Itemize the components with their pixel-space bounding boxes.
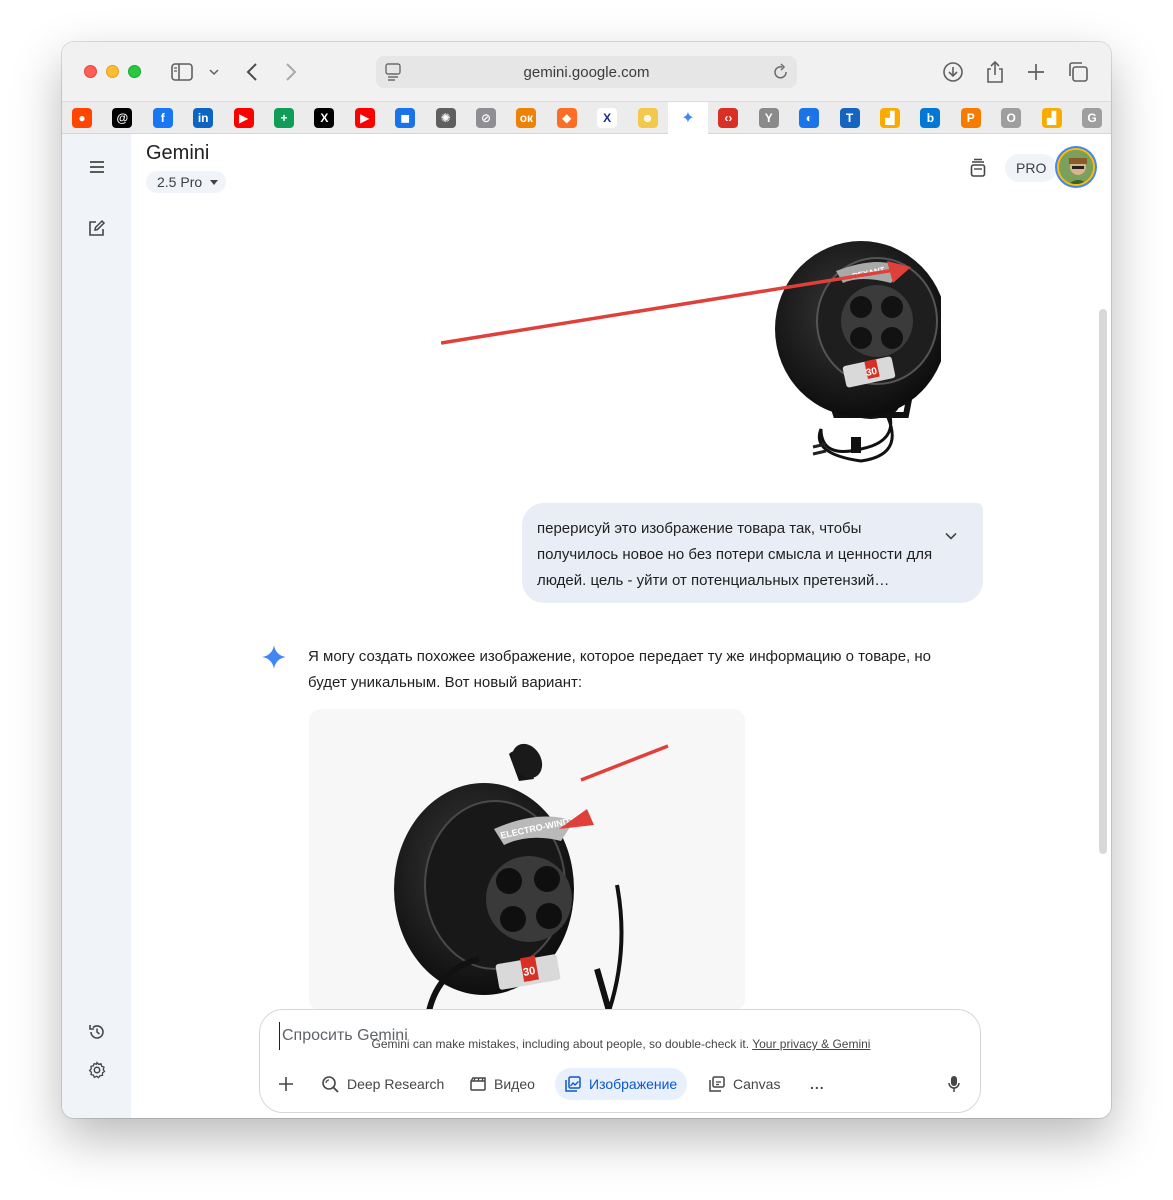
sheets-favicon[interactable]: + (274, 108, 294, 128)
more-tools-button[interactable]: ... (810, 1068, 825, 1100)
video-button[interactable]: Видео (470, 1068, 535, 1100)
tab-overview-icon[interactable] (1066, 60, 1090, 84)
analytics-favicon[interactable]: ▟ (880, 108, 900, 128)
youtube-favicon[interactable]: ▶ (233, 108, 254, 128)
disclaimer-text: Gemini can make mistakes, including abou… (371, 1037, 750, 1051)
generated-image[interactable]: ELECTRO-WIND 30 (309, 709, 745, 1011)
browser-toolbar: gemini.google.com (62, 42, 1111, 102)
user-avatar[interactable] (1057, 148, 1095, 186)
threads-favicon[interactable]: @ (112, 108, 133, 128)
y-favicon[interactable]: Y (758, 108, 779, 128)
x-blue-favicon[interactable]: X (597, 108, 618, 128)
caret-down-icon (210, 180, 219, 185)
ok-favicon[interactable]: ок (516, 108, 537, 128)
activity-history-icon[interactable] (84, 1019, 110, 1045)
browser-window: gemini.google.com ● @ f in ▶ + X ▶ ◼ ✺ ⊘ ок ◆ X ☻ ✦ ‹› Y ◐… (62, 42, 1111, 1118)
safari-favicon[interactable]: ⊘ (476, 108, 496, 128)
sidebar-toggle-icon[interactable] (170, 60, 194, 84)
facebook-favicon[interactable]: f (152, 108, 173, 128)
gitlab-favicon[interactable]: ◆ (556, 108, 577, 128)
model-selector[interactable]: 2.5 Pro (146, 171, 227, 193)
clapperboard-icon (470, 1077, 486, 1091)
zoom-window-button[interactable] (128, 65, 141, 78)
o-favicon[interactable]: O (1001, 108, 1022, 128)
share-icon[interactable] (983, 60, 1007, 84)
pro-badge[interactable]: PRO (1005, 154, 1058, 182)
forward-icon[interactable] (279, 60, 303, 84)
chat-favicon[interactable]: ◼ (395, 108, 416, 128)
devtools-favicon[interactable]: ‹› (718, 108, 739, 128)
new-tab-icon[interactable] (1024, 60, 1048, 84)
model-name: 2.5 Pro (157, 174, 203, 190)
openai-favicon[interactable]: ✺ (435, 108, 456, 128)
user-message-bubble[interactable]: перерисуй это изображение товара так, чт… (522, 503, 983, 603)
deep-research-label: Deep Research (347, 1076, 445, 1092)
uploaded-product-image[interactable]: REXANT 30 (441, 239, 941, 469)
downloads-icon[interactable] (941, 60, 965, 84)
reddit-favicon[interactable]: ● (72, 108, 92, 128)
new-chat-icon[interactable] (84, 215, 110, 241)
linkedin-favicon[interactable]: in (193, 108, 214, 128)
add-attachment-icon[interactable] (278, 1068, 294, 1100)
app-title: Gemini (146, 142, 210, 164)
main-menu-icon[interactable] (84, 154, 110, 180)
chat-options-icon[interactable] (969, 158, 987, 183)
chat-scrollbar[interactable] (1099, 309, 1107, 854)
assistant-reply-text: Я могу создать похожее изображение, кото… (308, 648, 932, 691)
user-message-text: перерисуй это изображение товара так, чт… (537, 520, 933, 589)
address-bar[interactable]: gemini.google.com (376, 56, 797, 88)
canvas-icon (709, 1076, 725, 1092)
canvas-label: Canvas (733, 1076, 781, 1092)
g-favicon[interactable]: G (1082, 108, 1102, 128)
analytics-favicon-2[interactable]: ▟ (1041, 108, 1062, 128)
t-favicon[interactable]: T (839, 108, 860, 128)
image-label: Изображение (589, 1076, 678, 1092)
image-button[interactable]: Изображение (555, 1068, 688, 1100)
favorites-bar: ●@fin▶+X▶◼✺⊘ок◆X☻✦‹›Y◐T▟bPO▟GS (62, 102, 1111, 134)
annotation-arrow (309, 709, 745, 1011)
reload-icon[interactable] (773, 63, 789, 85)
expand-chevron-icon[interactable] (945, 523, 957, 549)
microphone-icon[interactable] (948, 1068, 960, 1100)
p-favicon[interactable]: P (960, 108, 981, 128)
minimize-window-button[interactable] (106, 65, 119, 78)
video-label: Видео (494, 1076, 535, 1092)
more-tools-label: ... (810, 1076, 825, 1092)
smiley-favicon[interactable]: ☻ (637, 108, 658, 128)
deep-research-icon (322, 1076, 339, 1093)
gemini-favicon[interactable]: ✦ (678, 108, 698, 128)
page-settings-icon[interactable] (385, 63, 401, 85)
canvas-button[interactable]: Canvas (708, 1068, 780, 1100)
close-window-button[interactable] (84, 65, 97, 78)
disclaimer: Gemini can make mistakes, including abou… (131, 1037, 1111, 1051)
x-favicon[interactable]: X (314, 108, 335, 128)
youtube-favicon-2[interactable]: ▶ (354, 108, 375, 128)
back-icon[interactable] (240, 60, 264, 84)
chat-main: Gemini 2.5 Pro PRO REXANT (131, 134, 1111, 1118)
settings-gear-icon[interactable] (84, 1057, 110, 1083)
prompt-composer: Deep Research Видео Изображение Canvas .… (259, 1009, 981, 1113)
privacy-link[interactable]: Your privacy & Gemini (752, 1037, 870, 1051)
deep-research-button[interactable]: Deep Research (321, 1068, 444, 1100)
image-gallery-icon (565, 1076, 581, 1092)
tab-groups-chevron-icon[interactable] (202, 60, 226, 84)
color-circle-favicon[interactable]: ◐ (799, 108, 820, 128)
bing-favicon[interactable]: b (920, 108, 941, 128)
gemini-spark-icon (262, 645, 286, 674)
gemini-sidebar (62, 134, 131, 1118)
url-text[interactable]: gemini.google.com (524, 64, 650, 81)
